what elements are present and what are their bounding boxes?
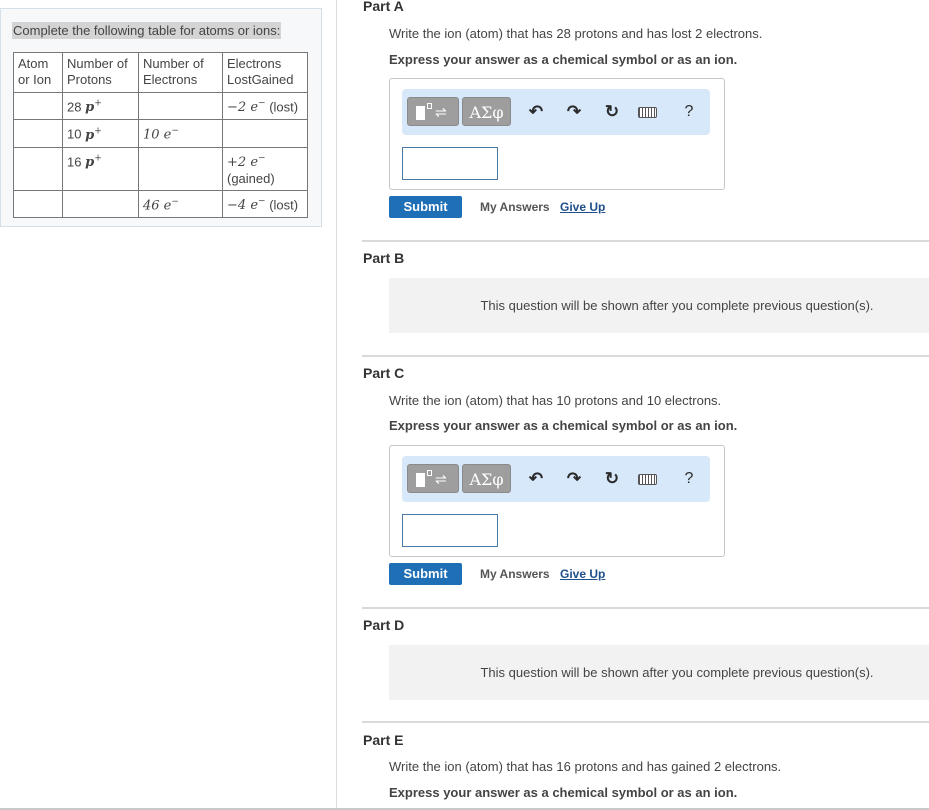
cell-electrons (138, 91, 223, 121)
part-e-question: Write the ion (atom) that has 16 protons… (389, 759, 782, 774)
part-c-answer-input[interactable] (402, 514, 498, 547)
reset-icon[interactable]: ↻ (599, 466, 625, 492)
column-divider (336, 0, 337, 810)
undo-icon[interactable]: ↶ (523, 466, 549, 492)
cell-electrons (138, 146, 223, 191)
part-a-give-up-link[interactable]: Give Up (560, 200, 605, 214)
table-header-row: Atom or Ion Number of Protons Number of … (13, 52, 308, 93)
cell-change: +2 e− (gained) (222, 146, 308, 191)
cell-protons: 28 p+ (62, 91, 139, 121)
cell-protons: 10 p+ (62, 119, 139, 148)
reset-icon[interactable]: ↻ (599, 99, 625, 125)
part-d-locked-message: This question will be shown after you co… (389, 645, 929, 700)
templates-button[interactable]: ⇌ (407, 464, 459, 493)
header-atom-or-ion: Atom or Ion (13, 52, 63, 93)
table-row: 28 p+ −2 e− (lost) (13, 91, 308, 121)
part-a-my-answers: My Answers (480, 200, 550, 214)
table-row: 10 p+ 10 e− (13, 119, 308, 148)
part-c-give-up-link[interactable]: Give Up (560, 567, 605, 581)
cell-change (222, 119, 308, 148)
undo-icon[interactable]: ↶ (523, 99, 549, 125)
part-a-answer-box: ⇌ ΑΣφ ↶ ↷ ↻ ? (389, 78, 725, 190)
header-protons: Number of Protons (62, 52, 139, 93)
math-toolbar: ⇌ ΑΣφ ↶ ↷ ↻ ? (402, 89, 710, 135)
cell-change: −2 e− (lost) (222, 91, 308, 121)
cell-atom (13, 146, 63, 191)
cell-atom (13, 119, 63, 148)
divider (362, 240, 929, 242)
part-e-title: Part E (363, 732, 404, 748)
cell-atom (13, 91, 63, 121)
part-c-title: Part C (363, 365, 405, 381)
table-prompt: Complete the following table for atoms o… (12, 22, 282, 39)
atoms-table: Atom or Ion Number of Protons Number of … (13, 52, 308, 219)
table-row: 16 p+ +2 e− (gained) (13, 146, 308, 191)
math-toolbar: ⇌ ΑΣφ ↶ ↷ ↻ ? (402, 456, 710, 502)
table-row: 46 e− −4 e− (lost) (13, 189, 308, 219)
divider (362, 721, 929, 723)
cell-electrons: 46 e− (138, 189, 223, 219)
help-icon[interactable]: ? (676, 99, 702, 125)
divider (362, 607, 929, 609)
greek-letters-button[interactable]: ΑΣφ (462, 97, 511, 126)
part-a-title: Part A (363, 0, 404, 14)
templates-button[interactable]: ⇌ (407, 97, 459, 126)
cell-atom (13, 189, 63, 219)
cell-electrons: 10 e− (138, 119, 223, 148)
keyboard-icon[interactable] (638, 474, 657, 485)
part-c-submit-button[interactable]: Submit (389, 563, 462, 585)
part-c-my-answers: My Answers (480, 567, 550, 581)
cell-change: −4 e− (lost) (222, 189, 308, 219)
divider (362, 355, 929, 357)
part-a-instruction: Express your answer as a chemical symbol… (389, 52, 738, 67)
part-b-locked-message: This question will be shown after you co… (389, 278, 929, 333)
part-a-question: Write the ion (atom) that has 28 protons… (389, 26, 763, 41)
header-electrons: Number of Electrons (138, 52, 223, 93)
greek-letters-button[interactable]: ΑΣφ (462, 464, 511, 493)
part-b-title: Part B (363, 250, 405, 266)
cell-protons (62, 189, 139, 219)
header-electrons-lost-gained: Electrons LostGained (222, 52, 308, 93)
help-icon[interactable]: ? (676, 466, 702, 492)
part-a-answer-input[interactable] (402, 147, 498, 180)
part-d-title: Part D (363, 617, 405, 633)
part-e-instruction: Express your answer as a chemical symbol… (389, 785, 738, 800)
keyboard-icon[interactable] (638, 107, 657, 118)
part-c-instruction: Express your answer as a chemical symbol… (389, 418, 738, 433)
part-a-submit-button[interactable]: Submit (389, 196, 462, 218)
part-c-answer-box: ⇌ ΑΣφ ↶ ↷ ↻ ? (389, 445, 725, 557)
redo-icon[interactable]: ↷ (561, 466, 587, 492)
cell-protons: 16 p+ (62, 146, 139, 191)
part-c-question: Write the ion (atom) that has 10 protons… (389, 393, 722, 408)
redo-icon[interactable]: ↷ (561, 99, 587, 125)
